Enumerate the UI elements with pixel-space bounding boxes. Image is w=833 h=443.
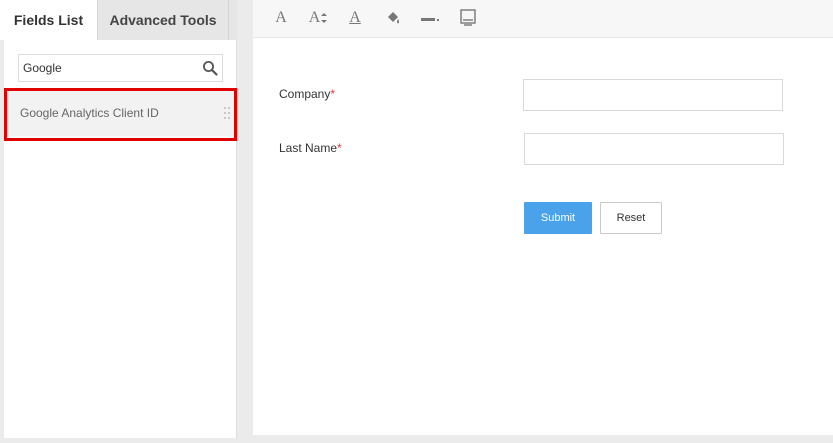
drag-handle-icon[interactable] [223,106,231,120]
font-size-icon[interactable]: A [306,7,330,29]
field-item-google-analytics-client-id[interactable]: Google Analytics Client ID [4,90,237,136]
search-icon[interactable] [202,60,218,76]
fields-panel: Fields List Advanced Tools Google Analyt… [0,0,237,443]
tab-fields-list[interactable]: Fields List [0,0,98,40]
font-family-icon[interactable]: A [269,7,293,29]
fields-list-body: Google Analytics Client ID [4,40,237,438]
company-label: Company* [279,87,335,101]
field-item-label: Google Analytics Client ID [20,106,159,120]
field-search [18,54,223,82]
company-input[interactable] [523,79,783,111]
last-name-label-text: Last Name [279,141,338,155]
font-color-icon[interactable]: A [343,7,367,29]
fill-color-icon[interactable] [381,7,405,29]
required-mark: * [337,141,342,155]
required-mark: * [330,87,336,101]
last-name-label: Last Name* [279,141,342,155]
company-label-text: Company [279,87,331,101]
last-name-input[interactable] [524,133,784,165]
panel-tabs: Fields List Advanced Tools [0,0,237,40]
field-search-input[interactable] [19,55,194,81]
reset-button[interactable]: Reset [600,202,662,234]
submit-button[interactable]: Submit [524,202,592,234]
format-toolbar: A A A [253,0,833,38]
tab-advanced-tools[interactable]: Advanced Tools [98,0,229,40]
border-style-icon[interactable] [419,7,443,29]
layout-icon[interactable] [456,7,480,29]
form-editor: A A A Company* Last Name* Submit Reset [253,0,833,435]
